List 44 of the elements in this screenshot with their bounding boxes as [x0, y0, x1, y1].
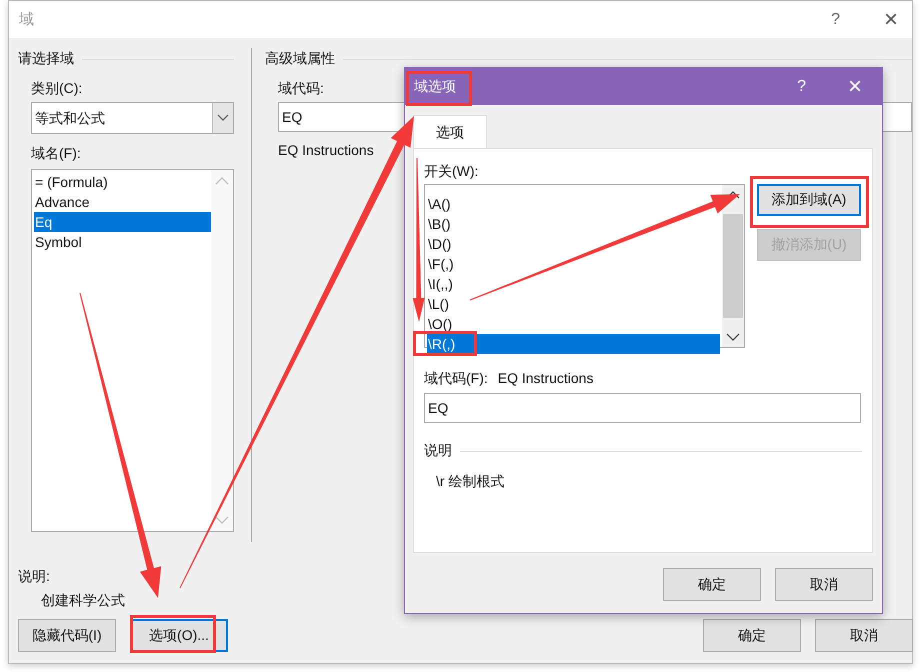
scroll-down-icon[interactable] [726, 333, 740, 341]
dialog-button[interactable]: 隐藏代码(I) [18, 619, 116, 652]
dialog-button[interactable]: 确定 [703, 619, 801, 652]
switch-item[interactable]: \B() [427, 214, 720, 234]
help-button[interactable]: ? [831, 10, 840, 28]
field-name-item[interactable]: Advance [34, 192, 211, 212]
action-button[interactable]: 添加到域(A) [757, 184, 861, 216]
field-code-caption: EQ Instructions [498, 369, 594, 388]
category-label: 类别(C): [31, 79, 82, 98]
switch-item[interactable]: \R(,) [427, 334, 720, 354]
chevron-down-icon [217, 114, 229, 122]
field-name-item[interactable]: Eq [34, 212, 211, 232]
options-tab[interactable]: 选项 [413, 115, 487, 149]
window-title: 域 [19, 10, 34, 29]
section-heading: 说明 [424, 442, 452, 460]
switch-item[interactable]: \I(,,) [427, 274, 720, 294]
description-label: 说明: [18, 567, 50, 586]
switch-item[interactable]: \L() [427, 294, 720, 314]
help-button[interactable]: ? [797, 78, 806, 96]
category-dropdown[interactable]: 等式和公式 [31, 102, 234, 134]
section-heading: 高级域属性 [265, 50, 335, 68]
switch-item[interactable]: \O() [427, 314, 720, 334]
switch-item[interactable]: \D() [427, 234, 720, 254]
field-names-label: 域名(F): [31, 144, 81, 163]
dialog-button[interactable]: 确定 [663, 568, 761, 601]
instructions-text: EQ Instructions [278, 142, 375, 158]
window-title: 域选项 [414, 78, 456, 96]
description-text: \r 绘制根式 [436, 473, 506, 491]
switch-item[interactable]: \F(,) [427, 254, 720, 274]
field-code-input[interactable]: EQ [424, 393, 861, 423]
highlight-box [413, 331, 477, 356]
field-name-item[interactable]: Symbol [34, 232, 211, 252]
field-code-label: 域代码: [278, 79, 324, 98]
highlight-box [406, 71, 472, 106]
close-button[interactable]: × [884, 8, 898, 32]
close-button[interactable]: × [848, 74, 862, 98]
field-name-item[interactable]: = (Formula) [34, 172, 211, 192]
dialog-button[interactable]: 取消 [775, 568, 873, 601]
switches-label: 开关(W): [424, 162, 478, 181]
description-text: 创建科学公式 [41, 591, 125, 610]
scrollbar-thumb[interactable] [723, 214, 743, 318]
dialog-button[interactable]: 取消 [815, 619, 913, 652]
section-heading: 请选择域 [18, 50, 74, 68]
field-code-label: 域代码(F): [424, 369, 488, 388]
